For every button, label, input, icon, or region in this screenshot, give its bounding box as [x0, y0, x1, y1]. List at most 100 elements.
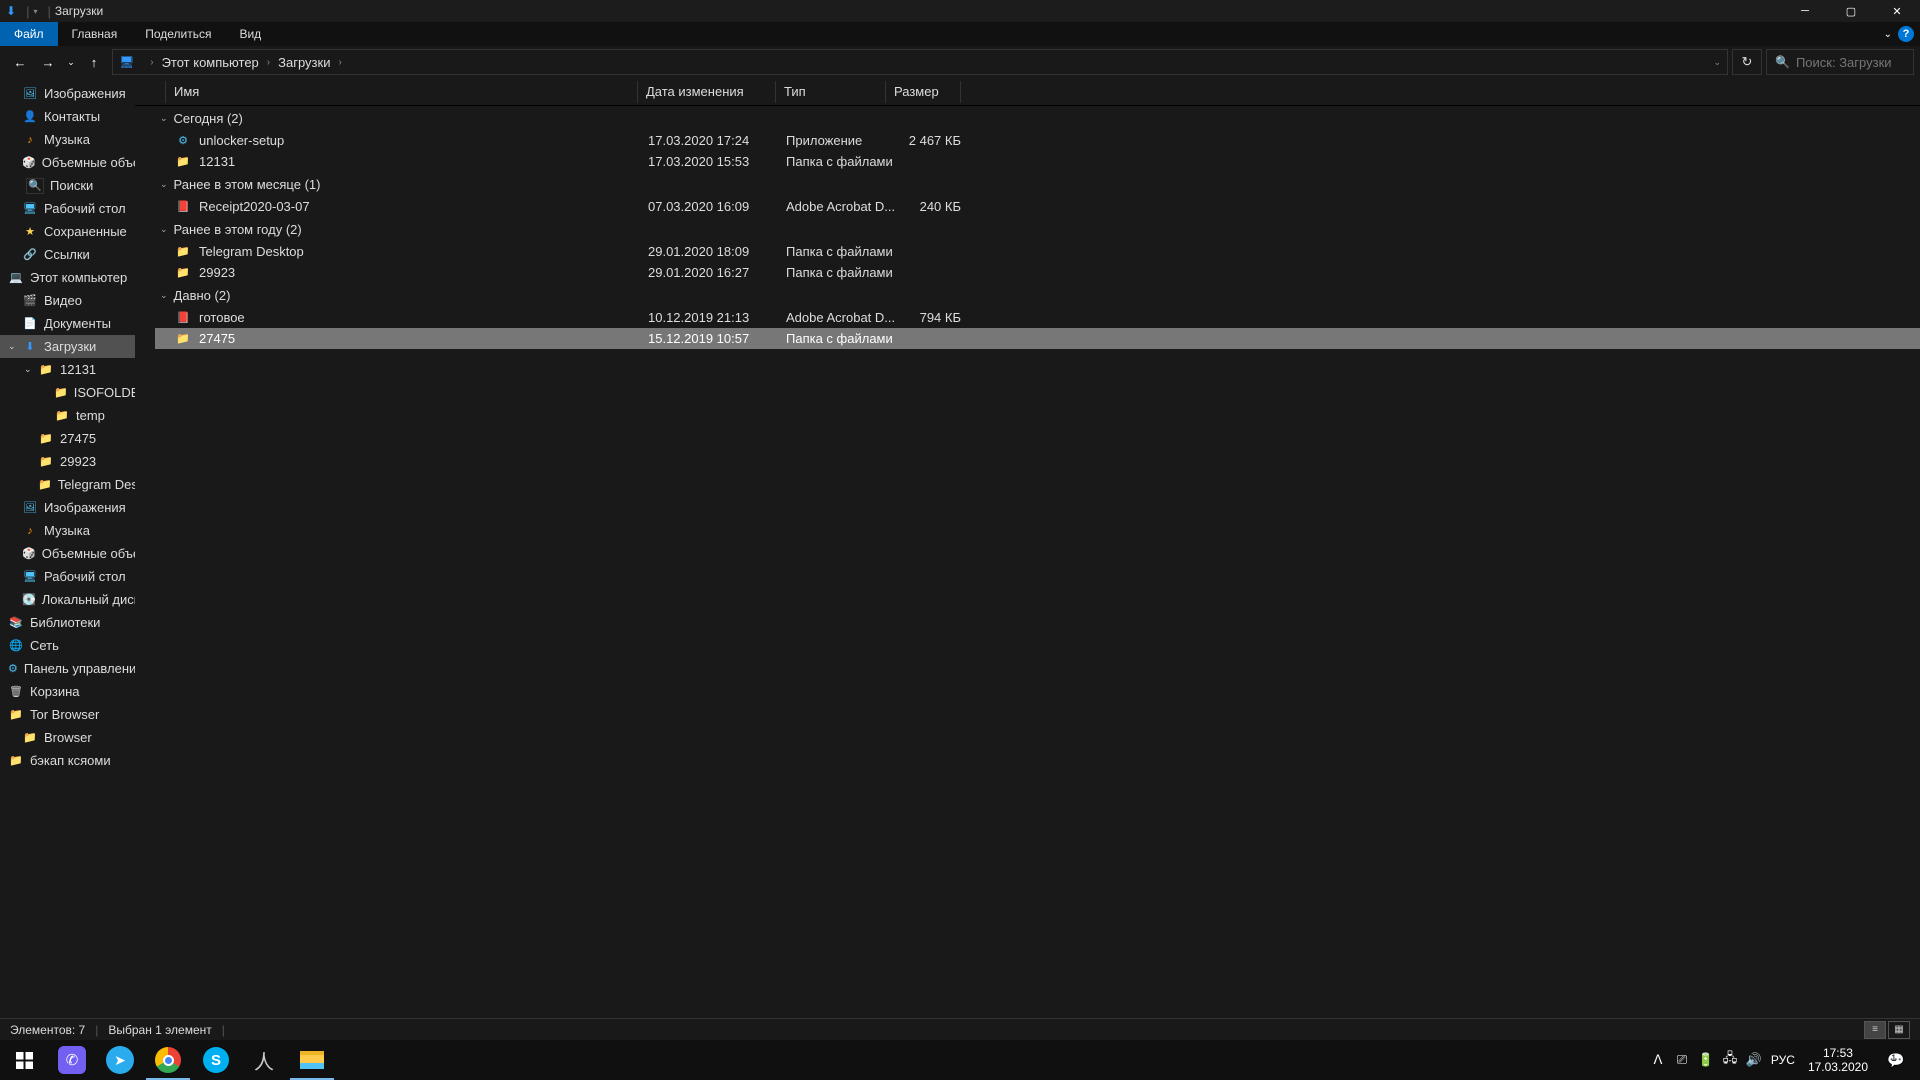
sidebar-item[interactable]: ⚙Панель управления [0, 657, 135, 680]
tray-battery-icon[interactable]: 🔋 [1694, 1040, 1718, 1080]
taskbar-app-skype[interactable]: S [192, 1040, 240, 1080]
file-name: unlocker-setup [199, 133, 648, 148]
sidebar-item[interactable]: 🖼Изображения [0, 496, 135, 519]
tray-clock[interactable]: 17:53 17.03.2020 [1800, 1046, 1876, 1075]
navigation-pane[interactable]: 🖼Изображения👤Контакты♪Музыка🎲Объемные об… [0, 78, 135, 1018]
sidebar-item[interactable]: 🗑Корзина [0, 680, 135, 703]
group-header[interactable]: ⌄Ранее в этом году (2) [155, 217, 1920, 241]
tab-home[interactable]: Главная [58, 22, 132, 46]
sidebar-item[interactable]: 🎲Объемные объекты [0, 151, 135, 174]
file-row[interactable]: 📁2992329.01.2020 16:27Папка с файлами [155, 262, 1920, 283]
chevron-right-icon[interactable]: › [338, 57, 341, 68]
sidebar-item[interactable]: ⌄⬇Загрузки [0, 335, 135, 358]
refresh-button[interactable]: ↻ [1732, 49, 1762, 75]
file-row[interactable]: 📁1213117.03.2020 15:53Папка с файлами [155, 151, 1920, 172]
file-name: Receipt2020-03-07 [199, 199, 648, 214]
sidebar-item[interactable]: 📁27475 [0, 427, 135, 450]
folder-icon: 📁 [38, 431, 54, 447]
column-name[interactable]: Имя [165, 81, 638, 103]
sidebar-item[interactable]: 🎬Видео [0, 289, 135, 312]
forward-button[interactable]: → [34, 48, 62, 76]
sidebar-item[interactable]: 📄Документы [0, 312, 135, 335]
file-row[interactable]: 📁Telegram Desktop29.01.2020 18:09Папка с… [155, 241, 1920, 262]
address-bar[interactable]: 🖥 › Этот компьютер › Загрузки › ⌄ [112, 49, 1728, 75]
history-dropdown-icon[interactable]: ⌄ [62, 48, 80, 76]
sidebar-item[interactable]: 📚Библиотеки [0, 611, 135, 634]
sidebar-item[interactable]: 📁temp [0, 404, 135, 427]
help-icon[interactable]: ? [1898, 26, 1914, 42]
sidebar-item[interactable]: 👤Контакты [0, 105, 135, 128]
file-row[interactable]: ⚙unlocker-setup17.03.2020 17:24Приложени… [155, 130, 1920, 151]
close-button[interactable]: ✕ [1874, 0, 1920, 22]
taskbar-app-telegram[interactable]: ➤ [96, 1040, 144, 1080]
chevron-right-icon[interactable]: › [150, 57, 153, 68]
ribbon-collapse-icon[interactable]: ⌄ [1884, 29, 1892, 40]
taskbar-app-chrome[interactable] [144, 1040, 192, 1080]
sidebar-item[interactable]: 🖥Рабочий стол [0, 197, 135, 220]
sidebar-item[interactable]: 📁29923 [0, 450, 135, 473]
tray-language[interactable]: РУС [1766, 1040, 1800, 1080]
collapse-icon[interactable]: ⌄ [160, 290, 168, 301]
sidebar-item[interactable]: ⌄📁12131 [0, 358, 135, 381]
sidebar-item[interactable]: 📁Browser [0, 726, 135, 749]
sidebar-item[interactable]: 🌐Сеть [0, 634, 135, 657]
tray-volume-icon[interactable]: 🔊 [1742, 1040, 1766, 1080]
up-button[interactable]: ↑ [80, 48, 108, 76]
maximize-button[interactable]: ▢ [1828, 0, 1874, 22]
tab-share[interactable]: Поделиться [131, 22, 225, 46]
sidebar-item[interactable]: ★Сохраненные [0, 220, 135, 243]
sidebar-item[interactable]: ⌄💻Этот компьютер [0, 266, 135, 289]
back-button[interactable]: ← [6, 48, 34, 76]
column-size[interactable]: Размер [886, 81, 961, 103]
taskbar-app-explorer[interactable] [288, 1040, 336, 1080]
folder-icon: 📁 [54, 385, 68, 401]
expand-icon[interactable]: ⌄ [24, 364, 34, 375]
tray-overflow-icon[interactable]: ᐱ [1646, 1040, 1670, 1080]
sidebar-item[interactable]: 📁Telegram Desktop [0, 473, 135, 496]
expand-icon[interactable]: ⌄ [8, 341, 18, 352]
group-header[interactable]: ⌄Ранее в этом месяце (1) [155, 172, 1920, 196]
lib-icon: 📚 [8, 615, 24, 631]
sidebar-item[interactable]: 🔗Ссылки [0, 243, 135, 266]
sidebar-item[interactable]: 📁Tor Browser [0, 703, 135, 726]
column-type[interactable]: Тип [776, 81, 886, 103]
expand-icon[interactable]: ⌄ [0, 272, 4, 283]
file-row[interactable]: 📕готовое10.12.2019 21:13Adobe Acrobat D.… [155, 307, 1920, 328]
tray-network-icon[interactable]: 🖧 [1718, 1040, 1742, 1080]
chevron-right-icon[interactable]: › [267, 57, 270, 68]
breadcrumb[interactable]: Этот компьютер [162, 55, 259, 70]
tray-notifications-icon[interactable]: 💬1 [1876, 1040, 1916, 1080]
start-button[interactable] [0, 1040, 48, 1080]
minimize-button[interactable]: ─ [1782, 0, 1828, 22]
file-row[interactable]: 📁2747515.12.2019 10:57Папка с файлами [155, 328, 1920, 349]
sidebar-item[interactable]: 🔍Поиски [0, 174, 135, 197]
sidebar-item[interactable]: 🖼Изображения [0, 82, 135, 105]
qat-dropdown-icon[interactable]: ▾ [33, 7, 37, 16]
sidebar-item[interactable]: 📁ISOFOLDER [0, 381, 135, 404]
collapse-icon[interactable]: ⌄ [160, 179, 168, 190]
group-header[interactable]: ⌄Сегодня (2) [155, 106, 1920, 130]
view-details-button[interactable]: ≡ [1864, 1021, 1886, 1039]
taskbar-app-generic[interactable]: 人 [240, 1040, 288, 1080]
file-row[interactable]: 📕Receipt2020-03-0707.03.2020 16:09Adobe … [155, 196, 1920, 217]
search-box[interactable]: 🔍 [1766, 49, 1914, 75]
tray-screen-icon[interactable]: ⎚ [1670, 1040, 1694, 1080]
collapse-icon[interactable]: ⌄ [160, 224, 168, 235]
tab-view[interactable]: Вид [225, 22, 275, 46]
sidebar-item[interactable]: ♪Музыка [0, 519, 135, 542]
sidebar-item[interactable]: ♪Музыка [0, 128, 135, 151]
sidebar-item[interactable]: 🖥Рабочий стол [0, 565, 135, 588]
view-thumbnails-button[interactable]: ▦ [1888, 1021, 1910, 1039]
column-date[interactable]: Дата изменения [638, 81, 776, 103]
group-header[interactable]: ⌄Давно (2) [155, 283, 1920, 307]
tab-file[interactable]: Файл [0, 22, 58, 46]
breadcrumb[interactable]: Загрузки [278, 55, 330, 70]
sidebar-item[interactable]: 📁бэкап ксяоми [0, 749, 135, 772]
address-dropdown-icon[interactable]: ⌄ [1713, 57, 1721, 68]
search-input[interactable] [1796, 55, 1905, 70]
taskbar-app-viber[interactable]: ✆ [48, 1040, 96, 1080]
collapse-icon[interactable]: ⌄ [160, 113, 168, 124]
file-list[interactable]: ⌄Сегодня (2)⚙unlocker-setup17.03.2020 17… [135, 106, 1920, 1018]
sidebar-item[interactable]: 🎲Объемные объекты [0, 542, 135, 565]
sidebar-item[interactable]: 💽Локальный диск [0, 588, 135, 611]
